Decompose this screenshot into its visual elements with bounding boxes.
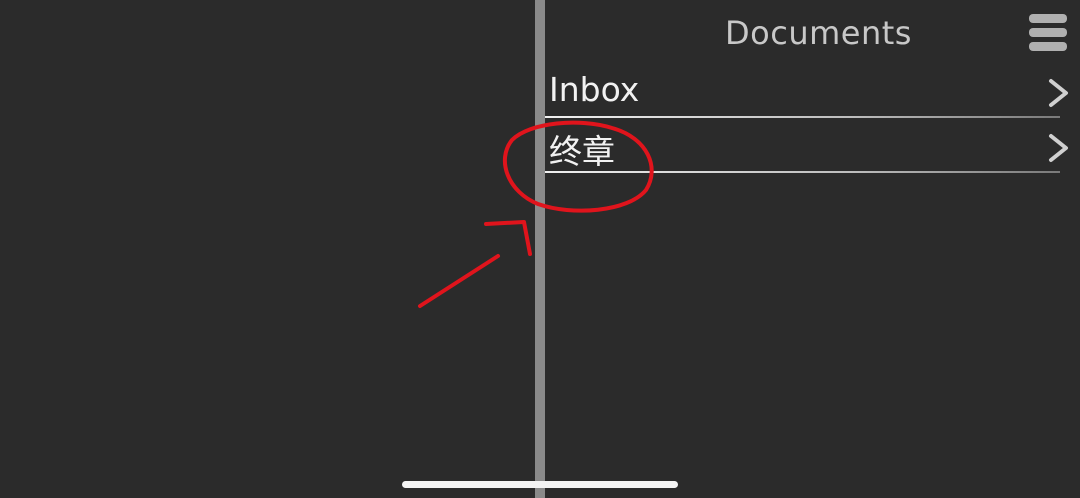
hamburger-menu-icon (1029, 14, 1067, 23)
menu-button[interactable] (1027, 14, 1069, 52)
chevron-right-icon (1049, 79, 1068, 107)
pane-splitter[interactable] (535, 0, 545, 498)
documents-pane: Documents Inbox 终章 (545, 0, 1080, 498)
left-pane (0, 0, 535, 498)
list-item-label: 终章 (549, 132, 615, 171)
chevron-right-icon (1049, 134, 1068, 162)
list-item-inbox[interactable]: Inbox (545, 64, 1080, 118)
app-screen: Documents Inbox 终章 (0, 0, 1080, 498)
row-divider (545, 171, 1060, 173)
hamburger-menu-icon-bar-2 (1029, 28, 1067, 37)
hamburger-menu-icon-bar-3 (1029, 42, 1067, 51)
row-divider (545, 116, 1060, 118)
list-item-label: Inbox (549, 70, 640, 109)
list-item-final-chapter[interactable]: 终章 (545, 119, 1080, 173)
home-indicator[interactable] (402, 481, 678, 488)
page-title: Documents (725, 14, 912, 52)
